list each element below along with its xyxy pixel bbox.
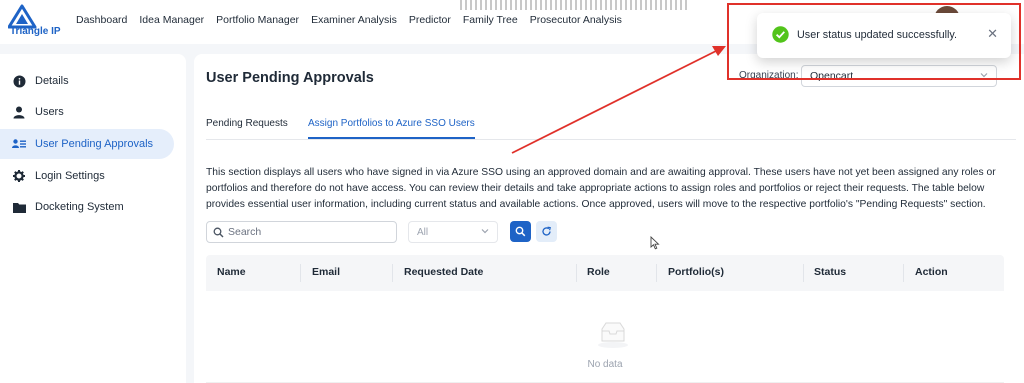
section-description: This section displays all users who have… <box>206 167 996 210</box>
user-list-icon <box>12 137 26 151</box>
success-toast: User status updated successfully. ✕ <box>757 13 1011 58</box>
nav-examiner-analysis[interactable]: Examiner Analysis <box>311 14 397 26</box>
brand-name: Triangle IP <box>10 26 61 37</box>
column-header-requested-date[interactable]: Requested Date <box>404 266 483 278</box>
sidebar-item-label: Users <box>35 106 64 118</box>
sidebar-item-label: Details <box>35 75 69 87</box>
status-filter-value: All <box>417 227 429 238</box>
search-button[interactable] <box>510 221 531 242</box>
toast-message: User status updated successfully. <box>797 29 958 41</box>
sidebar-item-docketing-system[interactable]: Docketing System <box>0 192 174 222</box>
sidebar-item-details[interactable]: Details <box>0 66 174 96</box>
main-nav: Dashboard Idea Manager Portfolio Manager… <box>76 14 622 26</box>
sidebar-item-user-pending-approvals[interactable]: User Pending Approvals <box>0 129 174 159</box>
tab-bar: Pending Requests Assign Portfolios to Az… <box>206 118 1016 140</box>
page-title: User Pending Approvals <box>206 70 374 86</box>
sidebar: Details Users User Pending Approvals Log… <box>0 54 186 383</box>
column-header-portfolios[interactable]: Portfolio(s) <box>668 266 724 278</box>
nav-portfolio-manager[interactable]: Portfolio Manager <box>216 14 299 26</box>
search-icon <box>213 227 224 241</box>
check-circle-icon <box>772 26 789 43</box>
empty-inbox-icon <box>598 322 628 348</box>
sidebar-item-label: Docketing System <box>35 201 124 213</box>
nav-dashboard[interactable]: Dashboard <box>76 14 127 26</box>
table-body: No data <box>206 291 1004 383</box>
nav-prosecutor-analysis[interactable]: Prosecutor Analysis <box>530 14 622 26</box>
column-header-status[interactable]: Status <box>814 266 846 278</box>
empty-state-text: No data <box>587 359 623 370</box>
status-filter-select[interactable]: All <box>408 221 498 243</box>
column-divider <box>392 264 393 282</box>
info-icon <box>12 74 26 88</box>
column-header-action[interactable]: Action <box>915 266 948 278</box>
gear-icon <box>12 169 26 183</box>
search-input[interactable]: Search <box>206 221 397 243</box>
tab-pending-requests[interactable]: Pending Requests <box>206 118 288 137</box>
refresh-button[interactable] <box>536 221 557 242</box>
close-icon[interactable]: ✕ <box>987 26 998 42</box>
search-placeholder: Search <box>228 226 262 238</box>
table-header: Name Email Requested Date Role Portfolio… <box>206 255 1004 291</box>
column-divider <box>656 264 657 282</box>
mouse-cursor-icon <box>650 236 660 250</box>
search-icon <box>515 226 526 237</box>
sidebar-item-label: User Pending Approvals <box>35 138 154 150</box>
column-header-role[interactable]: Role <box>587 266 610 278</box>
column-divider <box>803 264 804 282</box>
chevron-down-icon <box>480 226 490 239</box>
sidebar-item-login-settings[interactable]: Login Settings <box>0 161 174 191</box>
column-divider <box>576 264 577 282</box>
redacted-area <box>460 0 690 10</box>
folder-icon <box>12 200 26 214</box>
column-divider <box>903 264 904 282</box>
sidebar-item-users[interactable]: Users <box>0 97 174 127</box>
sidebar-item-label: Login Settings <box>35 170 105 182</box>
refresh-icon <box>542 226 551 236</box>
column-header-email[interactable]: Email <box>312 266 340 278</box>
user-icon <box>12 105 26 119</box>
column-divider <box>300 264 301 282</box>
nav-predictor[interactable]: Predictor <box>409 14 451 26</box>
tab-assign-portfolios[interactable]: Assign Portfolios to Azure SSO Users <box>308 118 475 139</box>
nav-idea-manager[interactable]: Idea Manager <box>139 14 204 26</box>
nav-family-tree[interactable]: Family Tree <box>463 14 518 26</box>
column-header-name[interactable]: Name <box>217 266 246 278</box>
main-panel: User Pending Approvals Organization: Ope… <box>194 54 1024 383</box>
